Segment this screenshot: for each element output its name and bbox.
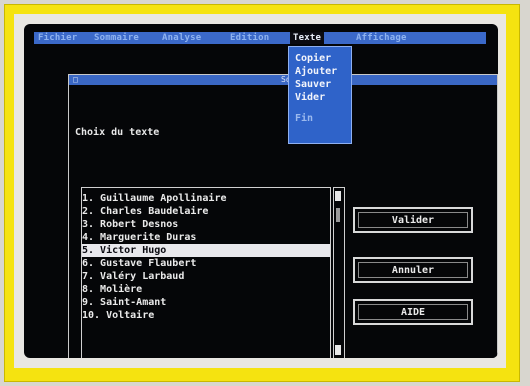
button-inner-border <box>358 212 468 228</box>
menu-sommaire[interactable]: Sommaire <box>94 32 139 44</box>
list-item[interactable]: 3. Robert Desnos <box>82 218 330 231</box>
monitor-screen: Fichier Sommaire Analyse Edition Texte A… <box>24 24 498 358</box>
text-list: 1. Guillaume Apollinaire 2. Charles Baud… <box>81 187 331 358</box>
close-box-icon[interactable]: □ <box>73 75 81 85</box>
menu-fichier[interactable]: Fichier <box>38 32 77 44</box>
cancel-button[interactable]: Annuler <box>353 257 473 283</box>
menu-affichage[interactable]: Affichage <box>356 32 407 44</box>
list-item[interactable]: 1. Guillaume Apollinaire <box>82 192 330 205</box>
sommaire-dialog: □ Sommaire Choix du texte 1. Guillaume A… <box>68 74 498 358</box>
menu-analyse[interactable]: Analyse <box>162 32 201 44</box>
scroll-thumb[interactable] <box>336 208 340 222</box>
menu-item-ajouter[interactable]: Ajouter <box>295 66 337 78</box>
menu-item-vider[interactable]: Vider <box>295 92 325 104</box>
scroll-down-arrow-icon[interactable] <box>335 345 341 355</box>
list-scrollbar[interactable] <box>333 187 345 358</box>
button-inner-border <box>358 262 468 278</box>
menu-item-fin: Fin <box>295 113 314 124</box>
list-item[interactable]: 9. Saint-Amant <box>82 296 330 309</box>
list-item[interactable]: 6. Gustave Flaubert <box>82 257 330 270</box>
menu-item-copier[interactable]: Copier <box>295 53 331 65</box>
button-inner-border <box>358 304 468 320</box>
validate-button[interactable]: Valider <box>353 207 473 233</box>
choice-label: Choix du texte <box>75 127 160 138</box>
texte-dropdown-menu: Copier Ajouter Sauver Vider Fin <box>288 46 352 144</box>
list-item[interactable]: 4. Marguerite Duras <box>82 231 330 244</box>
menu-item-sauver[interactable]: Sauver <box>295 79 331 91</box>
list-item[interactable]: 10. Voltaire <box>82 309 330 322</box>
scroll-up-arrow-icon[interactable] <box>335 191 341 201</box>
dialog-title-bar: □ Sommaire <box>69 75 497 85</box>
list-item[interactable]: 8. Molière <box>82 283 330 296</box>
list-item[interactable]: 2. Charles Baudelaire <box>82 205 330 218</box>
list-item[interactable]: 7. Valéry Larbaud <box>82 270 330 283</box>
menu-texte[interactable]: Texte <box>290 32 325 44</box>
help-button[interactable]: AIDE <box>353 299 473 325</box>
menu-bar: Fichier Sommaire Analyse Edition Texte A… <box>34 32 486 44</box>
menu-edition[interactable]: Edition <box>230 32 269 44</box>
list-item-selected[interactable]: 5. Victor Hugo <box>82 244 330 257</box>
